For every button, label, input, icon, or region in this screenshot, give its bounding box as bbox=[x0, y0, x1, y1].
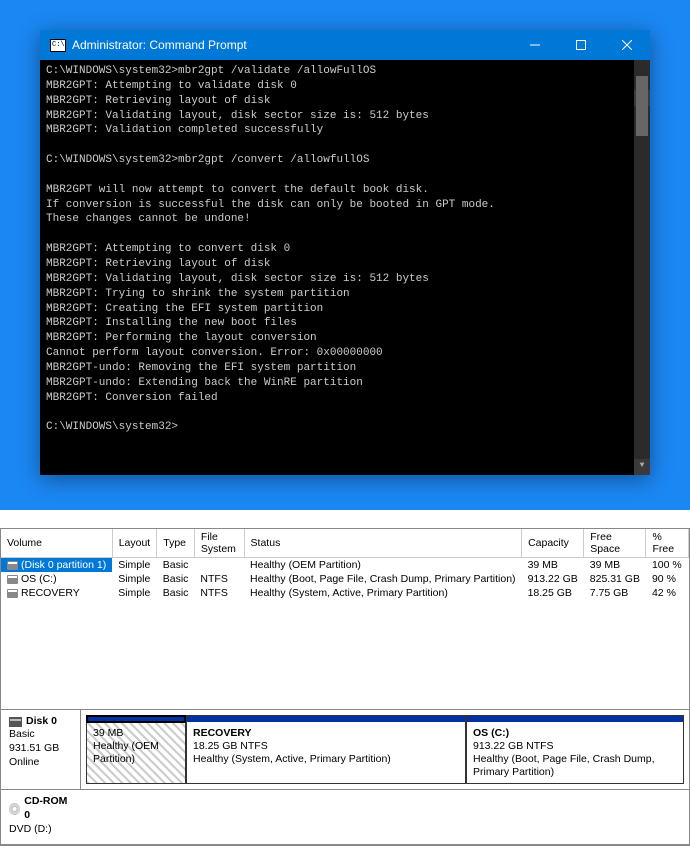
column-header[interactable]: Volume bbox=[1, 529, 112, 558]
partition-status: Healthy (Boot, Page File, Crash Dump, Pr… bbox=[473, 753, 677, 779]
table-cell: Simple bbox=[112, 557, 157, 572]
disk-0-row[interactable]: Disk 0 Basic 931.51 GB Online 39 MB Heal… bbox=[1, 710, 689, 791]
cmd-scrollbar[interactable]: ▲ ▼ bbox=[634, 60, 650, 475]
table-cell: Healthy (System, Active, Primary Partiti… bbox=[244, 586, 522, 600]
cmd-window: Administrator: Command Prompt C:\WINDOWS… bbox=[40, 30, 650, 475]
table-row[interactable]: (Disk 0 partition 1)SimpleBasic Healthy (… bbox=[1, 557, 689, 572]
column-header[interactable]: File System bbox=[194, 529, 244, 558]
table-cell: 42 % bbox=[646, 586, 689, 600]
table-cell: Healthy (OEM Partition) bbox=[244, 557, 522, 572]
scroll-thumb[interactable] bbox=[636, 76, 648, 136]
minimize-button[interactable] bbox=[512, 30, 558, 60]
window-buttons bbox=[512, 30, 650, 60]
maximize-button[interactable] bbox=[558, 30, 604, 60]
column-header[interactable]: % Free bbox=[646, 529, 689, 558]
cdrom-label: CD-ROM 0 DVD (D:) bbox=[1, 790, 81, 844]
cmd-icon bbox=[50, 39, 66, 52]
table-cell: NTFS bbox=[194, 586, 244, 600]
cmd-titlebar[interactable]: Administrator: Command Prompt bbox=[40, 30, 650, 60]
table-row[interactable]: OS (C:)SimpleBasicNTFSHealthy (Boot, Pag… bbox=[1, 572, 689, 586]
table-cell: Simple bbox=[112, 572, 157, 586]
table-cell: Simple bbox=[112, 586, 157, 600]
table-cell: 913.22 GB bbox=[522, 572, 584, 586]
volume-icon bbox=[7, 575, 18, 584]
disk-name: Disk 0 bbox=[26, 715, 57, 729]
table-cell: 90 % bbox=[646, 572, 689, 586]
disk-icon bbox=[9, 717, 22, 727]
table-cell: 18.25 GB bbox=[522, 586, 584, 600]
partition-status: Healthy (System, Active, Primary Partiti… bbox=[193, 753, 459, 766]
table-cell: 100 % bbox=[646, 557, 689, 572]
disk-state: Online bbox=[9, 756, 72, 770]
cdrom-icon bbox=[9, 803, 20, 815]
table-row[interactable]: RECOVERYSimpleBasicNTFSHealthy (System, … bbox=[1, 586, 689, 600]
volume-icon bbox=[7, 589, 18, 598]
volume-list[interactable]: VolumeLayoutTypeFile SystemStatusCapacit… bbox=[1, 529, 689, 709]
column-header[interactable]: Layout bbox=[112, 529, 157, 558]
table-cell bbox=[194, 557, 244, 572]
cdrom-drive: DVD (D:) bbox=[9, 823, 73, 837]
table-cell: OS (C:) bbox=[1, 572, 112, 586]
close-button[interactable] bbox=[604, 30, 650, 60]
volume-icon bbox=[7, 561, 18, 570]
table-cell: 39 MB bbox=[584, 557, 646, 572]
column-header[interactable]: Status bbox=[244, 529, 522, 558]
table-cell: 7.75 GB bbox=[584, 586, 646, 600]
table-cell: Healthy (Boot, Page File, Crash Dump, Pr… bbox=[244, 572, 522, 586]
cmd-backdrop: Administrator: Command Prompt C:\WINDOWS… bbox=[0, 0, 690, 510]
disk-size: 931.51 GB bbox=[9, 742, 72, 756]
cmd-output[interactable]: C:\WINDOWS\system32>mbr2gpt /validate /a… bbox=[40, 60, 650, 475]
scroll-down-icon[interactable]: ▼ bbox=[634, 459, 650, 475]
disk-management-panel: VolumeLayoutTypeFile SystemStatusCapacit… bbox=[0, 528, 690, 846]
partition-name: RECOVERY bbox=[193, 727, 459, 740]
volume-table: VolumeLayoutTypeFile SystemStatusCapacit… bbox=[1, 529, 689, 600]
cmd-title: Administrator: Command Prompt bbox=[72, 38, 512, 52]
partition-size: 913.22 GB NTFS bbox=[473, 740, 677, 753]
disk-type: Basic bbox=[9, 728, 72, 742]
table-cell: Basic bbox=[157, 586, 195, 600]
cdrom-name: CD-ROM 0 bbox=[24, 795, 73, 822]
column-header[interactable]: Type bbox=[157, 529, 195, 558]
cdrom-row[interactable]: CD-ROM 0 DVD (D:) bbox=[1, 790, 689, 845]
partition-status: Healthy (OEM Partition) bbox=[93, 740, 179, 766]
partition-size: 39 MB bbox=[93, 727, 179, 740]
table-cell: Basic bbox=[157, 572, 195, 586]
table-cell: 825.31 GB bbox=[584, 572, 646, 586]
partition-name: OS (C:) bbox=[473, 727, 677, 740]
partition-size: 18.25 GB NTFS bbox=[193, 740, 459, 753]
column-header[interactable]: Free Space bbox=[584, 529, 646, 558]
table-cell: 39 MB bbox=[522, 557, 584, 572]
column-header[interactable]: Capacity bbox=[522, 529, 584, 558]
table-cell: (Disk 0 partition 1) bbox=[1, 557, 112, 572]
table-cell: RECOVERY bbox=[1, 586, 112, 600]
disk-graphical-view: Disk 0 Basic 931.51 GB Online 39 MB Heal… bbox=[1, 709, 689, 846]
table-cell: Basic bbox=[157, 557, 195, 572]
table-cell: NTFS bbox=[194, 572, 244, 586]
